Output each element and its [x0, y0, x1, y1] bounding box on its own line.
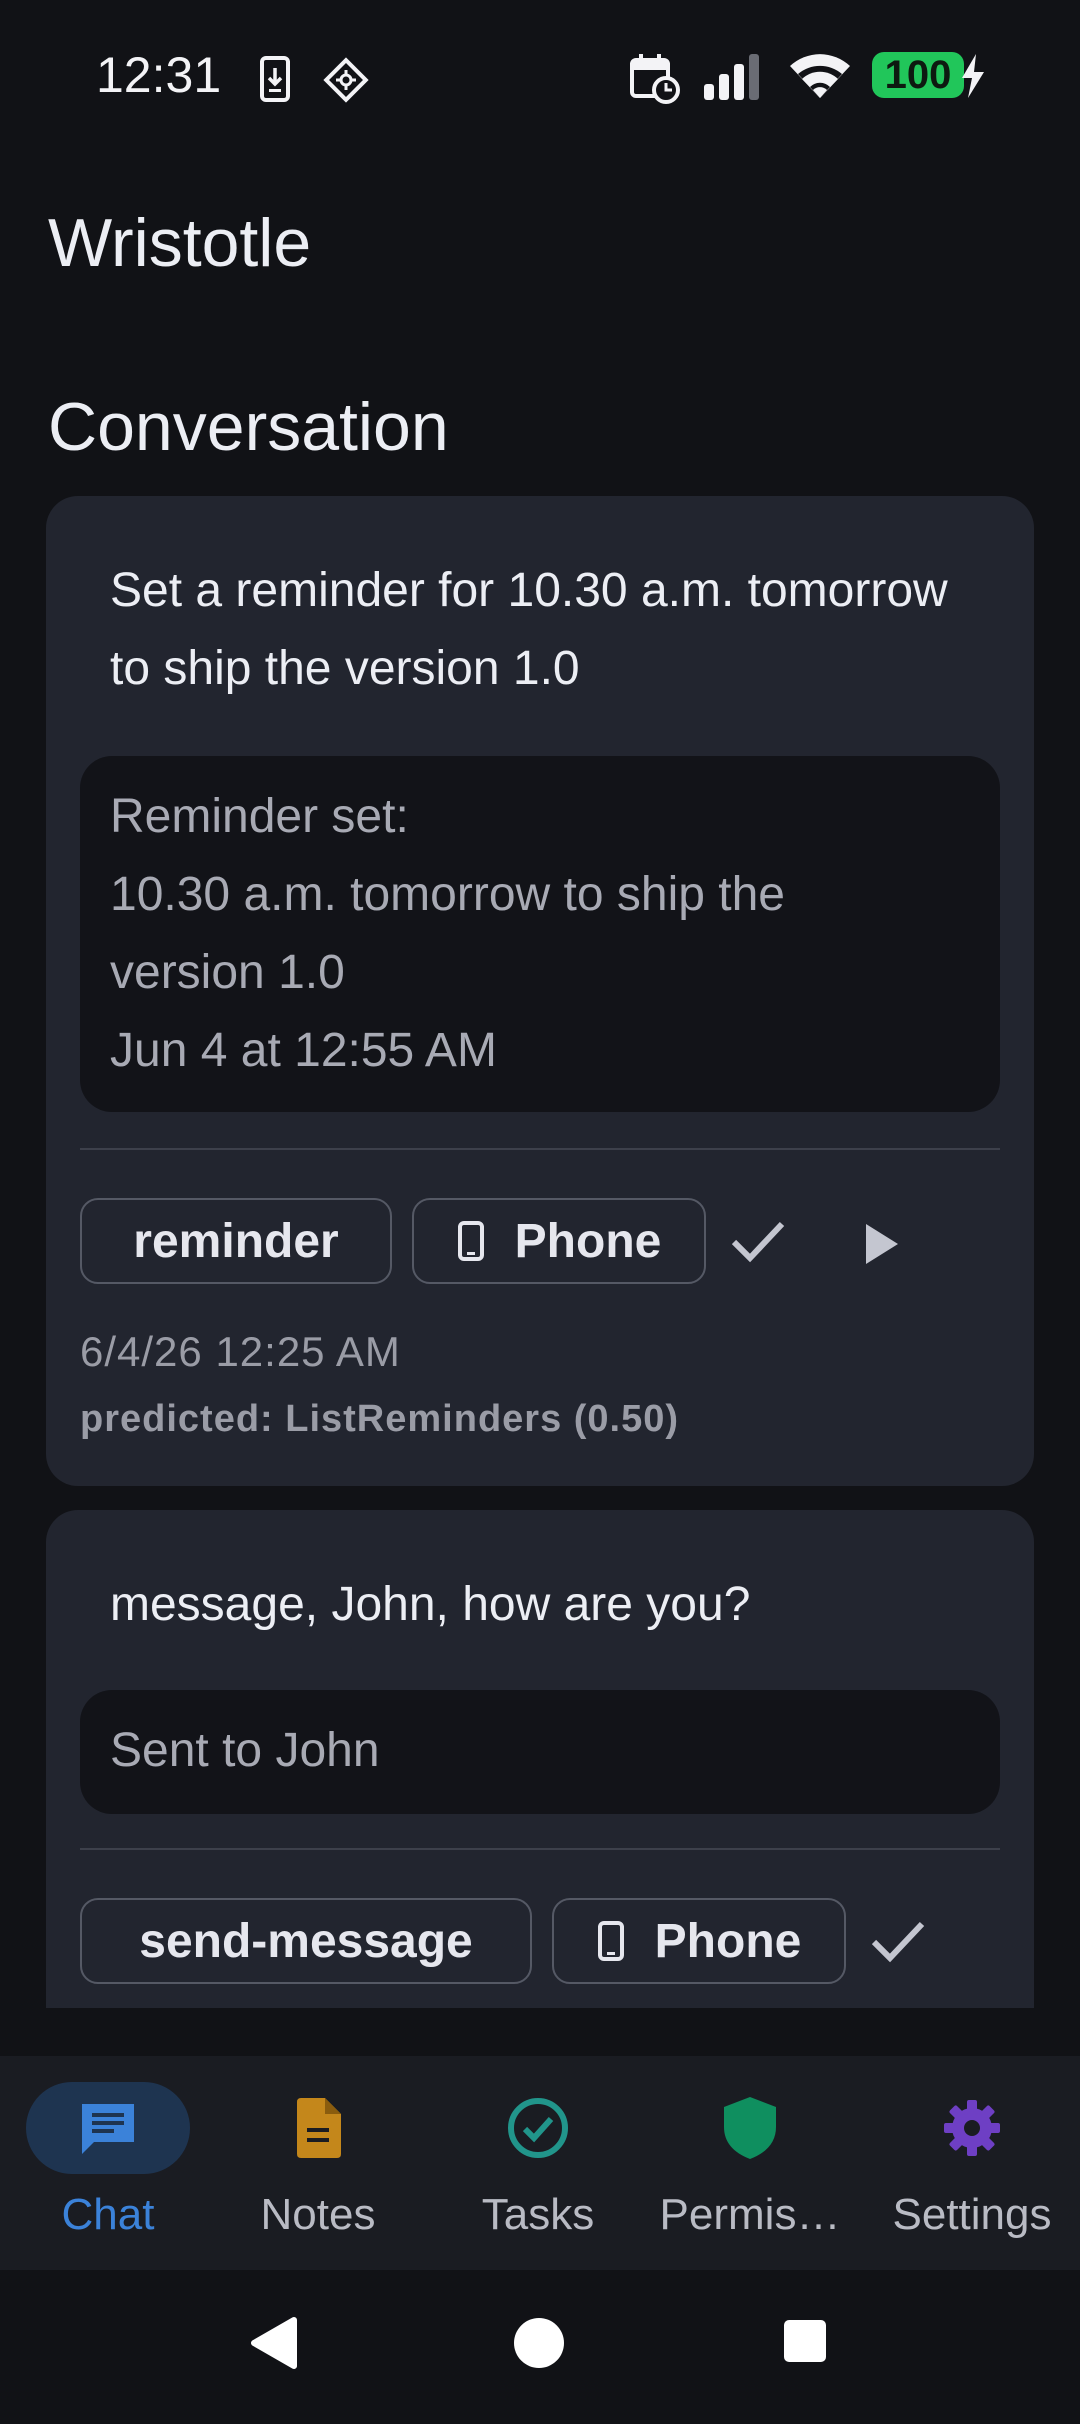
nav-label: Tasks [481, 2190, 595, 2239]
reply-line: 10.30 a.m. tomorrow to ship the [110, 868, 785, 921]
reply-line: Jun 4 at 12:55 AM [110, 1024, 497, 1077]
calendar-alarm-icon [630, 54, 680, 104]
download-notification-icon [260, 56, 290, 102]
conversation-card[interactable]: Set a reminder for 10.30 a.m. tomorrow t… [46, 496, 1034, 1486]
device-chip-label: Phone [514, 1214, 662, 1268]
battery-level: 100 [884, 52, 952, 97]
recents-icon[interactable] [782, 2318, 828, 2364]
app-title: Wristotle [48, 205, 312, 281]
intent-chip-label: reminder [133, 1214, 339, 1268]
assistant-reply: Reminder set: 10.30 a.m. tomorrow to shi… [80, 756, 1000, 1112]
navigation-diamond-icon [323, 57, 369, 103]
nav-label: Notes [260, 2190, 376, 2239]
reply-text: Reminder set: 10.30 a.m. tomorrow to shi… [110, 778, 970, 1090]
nav-icon-container [456, 2082, 620, 2174]
play-icon[interactable] [862, 1222, 902, 1266]
nav-item-notes[interactable]: Notes [210, 2056, 426, 2270]
charging-bolt-icon [962, 54, 984, 98]
shield-icon [724, 2097, 776, 2159]
check-icon [871, 1921, 925, 1963]
reply-line: version 1.0 [110, 946, 345, 999]
check-icon [731, 1221, 785, 1263]
nav-label: Chat [61, 2190, 155, 2239]
system-navigation-bar [0, 2270, 1080, 2424]
nav-icon-container [26, 2082, 190, 2174]
device-chip-label: Phone [654, 1914, 802, 1968]
status-time: 12:31 [96, 47, 222, 103]
device-chip[interactable]: Phone [412, 1198, 706, 1284]
status-bar: 12:31 100 [0, 0, 1080, 150]
phone-icon [597, 1921, 624, 1961]
battery-indicator: 100 [872, 52, 964, 98]
reply-line: Reminder set: [110, 790, 409, 843]
conversation-card[interactable]: message, John, how are you? Sent to John… [46, 1510, 1034, 2008]
check-circle-icon [508, 2098, 568, 2158]
user-prompt: message, John, how are you? [110, 1578, 751, 1631]
chat-icon [82, 2104, 134, 2154]
assistant-reply: Sent to John [80, 1690, 1000, 1814]
intent-chip[interactable]: reminder [80, 1198, 392, 1284]
gear-icon [944, 2100, 1000, 2156]
section-title: Conversation [48, 389, 449, 465]
intent-chip[interactable]: send-message [80, 1898, 532, 1984]
back-icon[interactable] [248, 2316, 298, 2370]
reply-line: Sent to John [110, 1724, 380, 1777]
nav-icon-container [890, 2082, 1054, 2174]
nav-item-chat[interactable]: Chat [0, 2056, 216, 2270]
home-icon[interactable] [512, 2316, 566, 2370]
prediction-label: predicted: ListReminders (0.50) [80, 1398, 680, 1440]
nav-icon-container [668, 2082, 832, 2174]
user-prompt: Set a reminder for 10.30 a.m. tomorrow t… [110, 564, 948, 695]
device-chip[interactable]: Phone [552, 1898, 846, 1984]
nav-label: Settings [892, 2190, 1052, 2239]
nav-item-permissions[interactable]: Permis… [642, 2056, 858, 2270]
divider [80, 1848, 1000, 1850]
signal-icon [704, 54, 759, 100]
divider [80, 1148, 1000, 1150]
phone-icon [457, 1221, 484, 1261]
nav-item-tasks[interactable]: Tasks [430, 2056, 646, 2270]
intent-chip-label: send-message [139, 1914, 473, 1968]
nav-item-settings[interactable]: Settings [864, 2056, 1080, 2270]
message-timestamp: 6/4/26 12:25 AM [80, 1328, 401, 1375]
wifi-icon [790, 54, 850, 98]
nav-icon-container [236, 2082, 400, 2174]
conversation-list[interactable]: Set a reminder for 10.30 a.m. tomorrow t… [46, 496, 1034, 2008]
note-icon [297, 2098, 341, 2158]
bottom-navigation: Chat Notes Tasks Permis… Settings [0, 2056, 1080, 2270]
nav-label: Permis… [659, 2190, 841, 2239]
